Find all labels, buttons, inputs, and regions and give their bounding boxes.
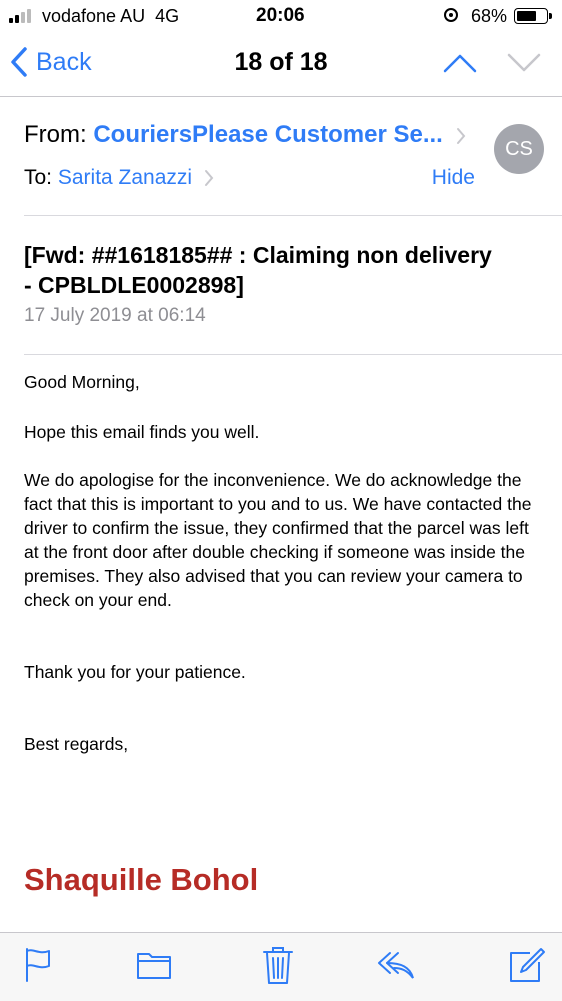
bottom-toolbar [0,932,562,1001]
flag-icon[interactable] [24,947,52,983]
reply-icon[interactable] [376,947,416,981]
previous-message-icon[interactable] [442,52,478,74]
signature-name: Shaquille Bohol [24,862,259,897]
greeting-text: Good Morning, [24,372,140,392]
hide-button[interactable]: Hide [432,166,475,190]
chevron-right-icon [204,170,214,187]
carrier-label: vodafone AU 4G [42,6,180,26]
avatar[interactable]: CS [494,124,544,174]
sender-name[interactable]: CouriersPlease Customer Se... [93,121,442,148]
signal-strength-icon [9,9,37,23]
email-header: From: CouriersPlease Customer Se... CS T… [24,97,562,216]
battery-percent: 68% [471,6,508,26]
subject-block: [Fwd: ##1618185## : Claiming non deliver… [24,216,562,355]
nav-bar: Back 18 of 18 [0,32,562,97]
to-row[interactable]: To: Sarita Zanazzi [24,166,214,190]
network-label: 4G [155,6,180,26]
recipient-name[interactable]: Sarita Zanazzi [58,166,192,189]
clock: 20:06 [256,5,305,26]
thanks-text: Thank you for your patience. [24,662,246,682]
from-label: From: [24,121,87,148]
trash-icon[interactable] [262,945,294,985]
next-message-icon[interactable] [506,52,542,74]
chevron-right-icon [456,127,465,144]
body-paragraph: We do apologise for the inconvenience. W… [24,470,532,610]
closing-text: Best regards, [24,734,129,754]
compose-icon[interactable] [508,947,546,985]
email-subject: [Fwd: ##1618185## : Claiming non deliver… [24,242,492,298]
status-bar: vodafone AU 4G 20:06 68% [0,0,562,32]
body-line: Hope this email finds you well. [24,422,260,442]
battery-icon [514,8,552,24]
from-row[interactable]: From: CouriersPlease Customer Se... [24,121,466,149]
orientation-lock-icon [444,8,458,22]
email-date: 17 July 2019 at 06:14 [24,305,206,326]
to-label: To: [24,166,53,189]
folder-icon[interactable] [136,947,172,981]
